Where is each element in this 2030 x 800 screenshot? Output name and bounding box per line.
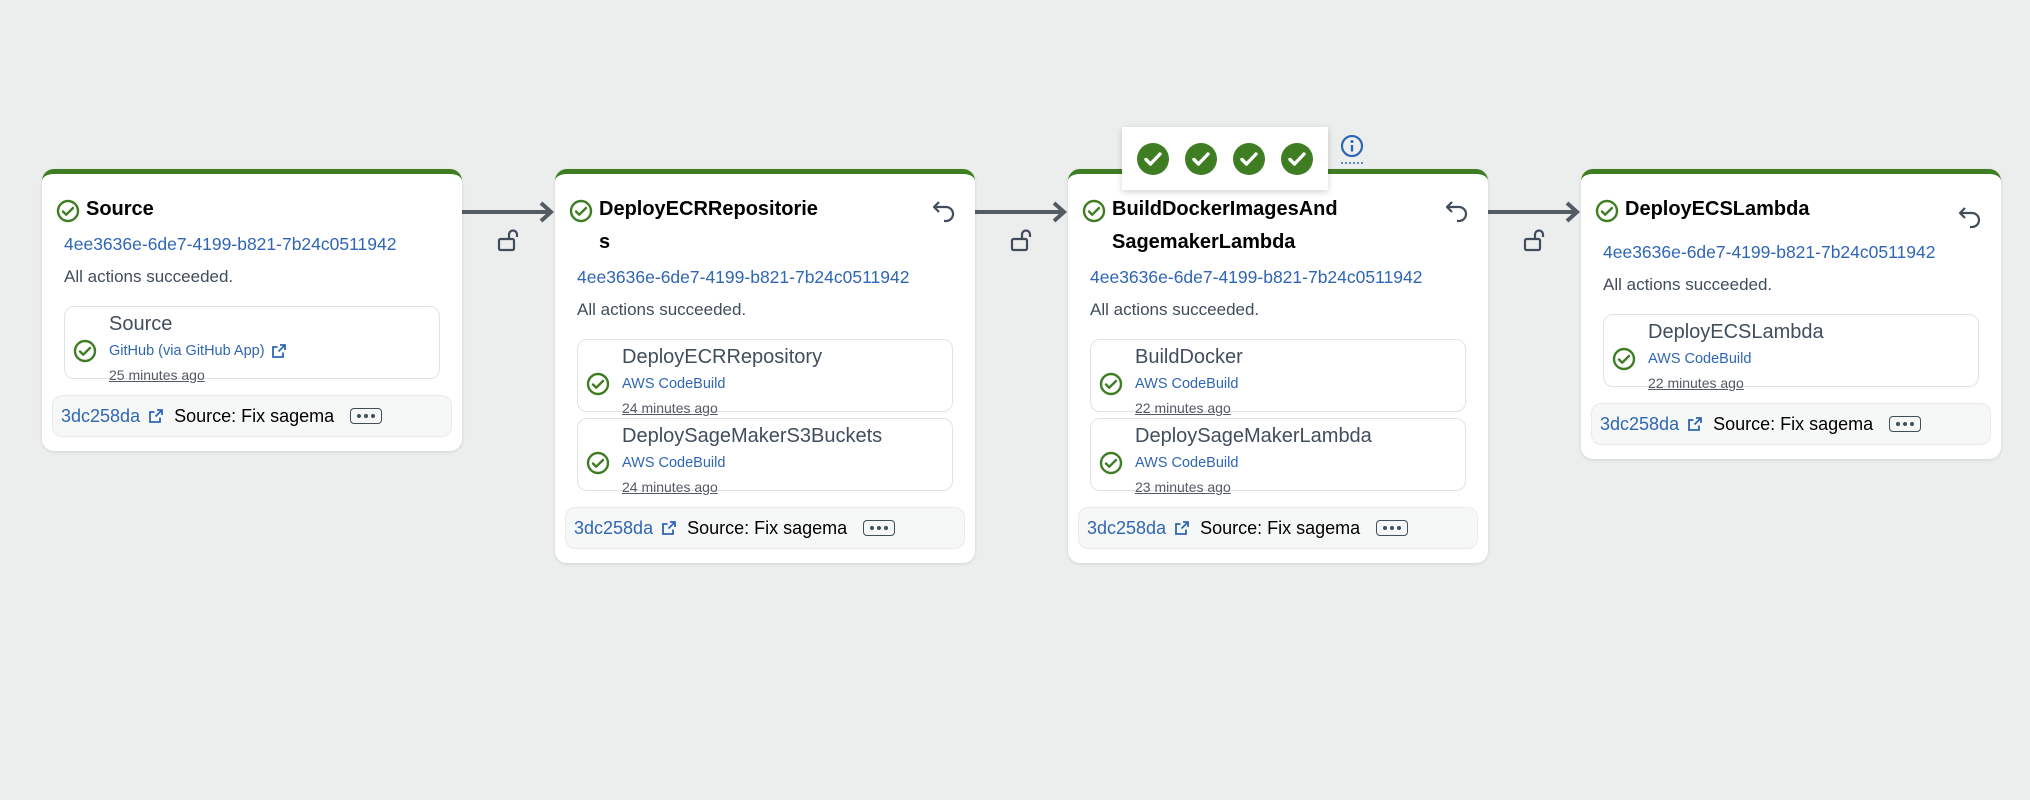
commit-footer: 3dc258da Source: Fix sagema <box>52 395 452 437</box>
action-timestamp[interactable]: 22 minutes ago <box>1648 375 1966 391</box>
more-options-button[interactable] <box>1376 520 1409 536</box>
check-circle-icon <box>56 199 80 223</box>
check-circle-icon <box>1082 199 1106 223</box>
info-icon[interactable] <box>1339 134 1365 166</box>
provider-label: GitHub (via GitHub App) <box>109 343 265 359</box>
stage-title: DeployECSLambda <box>1625 198 1810 220</box>
action-timestamp[interactable]: 24 minutes ago <box>622 400 940 416</box>
commit-footer: 3dc258da Source: Fix sagema <box>565 507 965 549</box>
check-circle-icon <box>1099 372 1123 396</box>
stage-status: All actions succeeded. <box>64 267 234 286</box>
stage-status: All actions succeeded. <box>1090 300 1260 319</box>
check-circle-filled-icon <box>1233 142 1265 175</box>
action-card: DeploySageMakerLambda AWS CodeBuild 23 m… <box>1090 418 1466 495</box>
rollback-icon[interactable] <box>1957 204 1983 230</box>
provider-label: AWS CodeBuild <box>1135 376 1239 392</box>
stage-deploy-ecs-lambda: DeployECSLambda 4ee3636e-6de7-4199-b821-… <box>1581 169 2001 459</box>
action-name: Source <box>109 313 173 335</box>
action-name: DeploySageMakerS3Buckets <box>622 425 883 447</box>
action-provider-link[interactable]: AWS CodeBuild <box>1135 376 1453 392</box>
action-card: BuildDocker AWS CodeBuild 22 minutes ago <box>1090 339 1466 416</box>
commit-message: Source: Fix sagema <box>1713 413 1874 434</box>
check-circle-icon <box>586 451 610 475</box>
external-link-icon[interactable] <box>1174 520 1190 536</box>
action-timestamp[interactable]: 23 minutes ago <box>1135 479 1453 495</box>
action-card: DeploySageMakerS3Buckets AWS CodeBuild 2… <box>577 418 953 495</box>
action-provider-link[interactable]: AWS CodeBuild <box>622 455 940 471</box>
check-circle-filled-icon <box>1281 142 1313 175</box>
stage-title: Source <box>86 198 154 220</box>
unlock-icon[interactable] <box>1010 228 1032 252</box>
unlock-icon[interactable] <box>1523 228 1545 252</box>
provider-label: AWS CodeBuild <box>622 455 726 471</box>
external-link-icon[interactable] <box>1687 416 1703 432</box>
commit-message: Source: Fix sagema <box>1200 517 1361 538</box>
more-options-button[interactable] <box>863 520 896 536</box>
execution-id-link[interactable]: 4ee3636e-6de7-4199-b821-7b24c0511942 <box>64 234 440 255</box>
action-provider-link[interactable]: GitHub (via GitHub App) <box>109 343 427 359</box>
commit-id-link[interactable]: 3dc258da <box>61 406 140 427</box>
commit-footer: 3dc258da Source: Fix sagema <box>1591 403 1991 445</box>
stage-header: Source <box>56 198 440 226</box>
provider-label: AWS CodeBuild <box>622 376 726 392</box>
stage-status: All actions succeeded. <box>1603 275 1773 294</box>
rollback-icon[interactable] <box>1444 198 1470 224</box>
transition-arrow <box>462 201 554 223</box>
commit-id-link[interactable]: 3dc258da <box>1087 518 1166 539</box>
commit-id-link[interactable]: 3dc258da <box>574 518 653 539</box>
check-circle-icon <box>569 199 593 223</box>
check-circle-icon <box>1099 451 1123 475</box>
commit-id-link[interactable]: 3dc258da <box>1600 414 1679 435</box>
action-name: DeploySageMakerLambda <box>1135 425 1372 447</box>
check-circle-icon <box>73 339 97 363</box>
action-card: Source GitHub (via GitHub App) 25 minute… <box>64 306 440 383</box>
action-provider-link[interactable]: AWS CodeBuild <box>1648 351 1966 367</box>
external-link-icon[interactable] <box>661 520 677 536</box>
check-circle-icon <box>586 372 610 396</box>
action-provider-link[interactable]: AWS CodeBuild <box>622 376 940 392</box>
action-card: DeployECSLambda AWS CodeBuild 22 minutes… <box>1603 314 1979 391</box>
external-link-icon <box>271 343 287 359</box>
commit-footer: 3dc258da Source: Fix sagema <box>1078 507 1478 549</box>
check-circle-filled-icon <box>1185 142 1217 175</box>
action-timestamp[interactable]: 25 minutes ago <box>109 367 427 383</box>
action-name: BuildDocker <box>1135 346 1243 368</box>
stage-header: DeployECRRepositories <box>569 198 955 259</box>
check-circle-icon <box>1595 199 1619 223</box>
stage-deploy-ecr: DeployECRRepositories 4ee3636e-6de7-4199… <box>555 169 975 563</box>
action-timestamp[interactable]: 22 minutes ago <box>1135 400 1453 416</box>
action-timestamp[interactable]: 24 minutes ago <box>622 479 940 495</box>
rollback-icon[interactable] <box>931 198 957 224</box>
external-link-icon[interactable] <box>148 408 164 424</box>
stage-build-docker: BuildDockerImagesAndSagemakerLambda 4ee3… <box>1068 169 1488 563</box>
more-options-button[interactable] <box>350 408 383 424</box>
action-provider-link[interactable]: AWS CodeBuild <box>1135 455 1453 471</box>
execution-id-link[interactable]: 4ee3636e-6de7-4199-b821-7b24c0511942 <box>1603 242 1979 263</box>
transition-arrow <box>1488 201 1580 223</box>
action-card: DeployECRRepository AWS CodeBuild 24 min… <box>577 339 953 416</box>
provider-label: AWS CodeBuild <box>1648 351 1752 367</box>
stage-header: BuildDockerImagesAndSagemakerLambda <box>1082 198 1468 259</box>
more-options-button[interactable] <box>1889 416 1922 432</box>
stage-actions-popover <box>1122 127 1328 190</box>
unlock-icon[interactable] <box>497 228 519 252</box>
stage-title: DeployECRRepositories <box>599 198 818 253</box>
commit-message: Source: Fix sagema <box>687 517 848 538</box>
commit-message: Source: Fix sagema <box>174 405 335 426</box>
action-name: DeployECRRepository <box>622 346 823 368</box>
check-circle-icon <box>1612 347 1636 371</box>
execution-id-link[interactable]: 4ee3636e-6de7-4199-b821-7b24c0511942 <box>1090 267 1466 288</box>
check-circle-filled-icon <box>1137 142 1169 175</box>
provider-label: AWS CodeBuild <box>1135 455 1239 471</box>
stage-title: BuildDockerImagesAndSagemakerLambda <box>1112 198 1338 253</box>
execution-id-link[interactable]: 4ee3636e-6de7-4199-b821-7b24c0511942 <box>577 267 953 288</box>
action-name: DeployECSLambda <box>1648 321 1824 343</box>
stage-status: All actions succeeded. <box>577 300 747 319</box>
stage-header: DeployECSLambda <box>1595 198 1981 229</box>
stage-source: Source 4ee3636e-6de7-4199-b821-7b24c0511… <box>42 169 462 451</box>
transition-arrow <box>975 201 1067 223</box>
